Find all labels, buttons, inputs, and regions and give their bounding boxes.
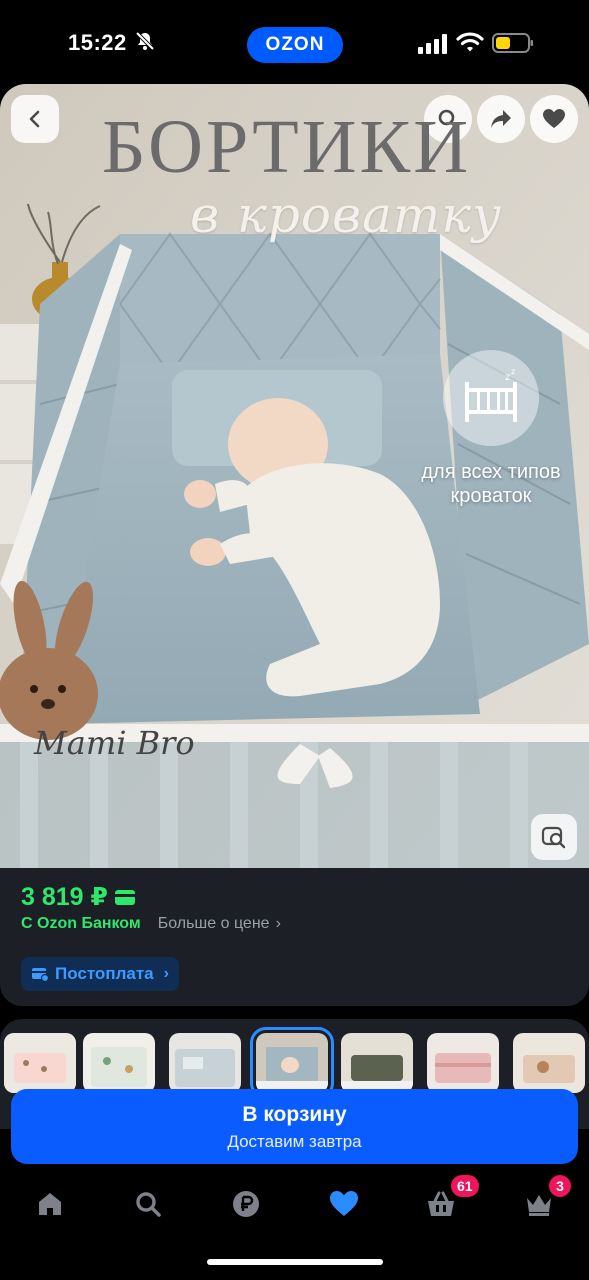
add-to-cart-label: В корзину <box>242 1103 347 1126</box>
favorites-icon <box>330 1191 358 1216</box>
thumbnail-image <box>513 1033 585 1093</box>
tab-finance[interactable] <box>228 1186 264 1222</box>
price: 3 819 ₽ <box>21 883 108 911</box>
thumbnail-4[interactable] <box>250 1027 334 1099</box>
battery-icon <box>492 33 533 53</box>
price-details-link[interactable]: Больше о цене <box>158 915 270 933</box>
cart-count-badge: 61 <box>451 1175 479 1197</box>
chevron-right-icon: › <box>163 965 169 982</box>
delivery-label: Доставим завтра <box>227 1132 362 1151</box>
bell-off-icon <box>135 31 155 51</box>
photo-title: БОРТИКИ <box>102 105 472 189</box>
thumbnail-image <box>83 1033 155 1093</box>
crib-badge: z z <box>443 350 539 446</box>
tab-favorites[interactable] <box>326 1186 362 1222</box>
thumbnail-image <box>169 1033 241 1093</box>
crib-caption: для всех типов кроваток <box>421 461 561 507</box>
ozon-bank-label: С Ozon Банком <box>21 915 141 932</box>
chevron-right-icon: › <box>275 915 281 932</box>
thumbnail-image <box>256 1033 328 1093</box>
basket-icon <box>428 1191 454 1216</box>
thumbnail-image <box>427 1033 499 1093</box>
status-bar: 15:22 OZON <box>0 0 589 86</box>
home-icon <box>39 1193 61 1215</box>
image-search-icon <box>541 826 566 849</box>
crown-icon <box>527 1195 551 1216</box>
bank-row: С Ozon Банком Больше о цене › <box>21 915 281 933</box>
wifi-icon <box>456 32 484 52</box>
postpay-card-icon <box>32 968 49 982</box>
ozon-card-icon <box>114 889 135 905</box>
heart-icon <box>543 109 565 128</box>
tab-search[interactable] <box>130 1186 166 1222</box>
product-card: БОРТИКИ в кроватку z z для всех типов кр… <box>0 84 589 1006</box>
brand-mark: Mami Bro <box>34 724 195 762</box>
share-arrow-icon <box>491 110 511 128</box>
thumbnail-image <box>4 1033 76 1093</box>
postpay-button[interactable]: Постоплата › <box>21 957 179 991</box>
thumbnail-5[interactable] <box>341 1033 413 1093</box>
thumbnail-image <box>341 1033 413 1093</box>
ozon-app-badge[interactable]: OZON <box>247 27 343 63</box>
thumbnail-3[interactable] <box>169 1033 241 1093</box>
add-to-cart-button[interactable]: В корзину Доставим завтра <box>11 1089 578 1164</box>
svg-text:z: z <box>511 367 515 376</box>
postpay-label: Постоплата <box>55 964 154 983</box>
thumbnail-1[interactable] <box>4 1033 76 1093</box>
favorite-button[interactable] <box>530 95 578 143</box>
thumbnail-6[interactable] <box>427 1033 499 1093</box>
thumbnail-2[interactable] <box>83 1033 155 1093</box>
photo-subtitle: в кроватку <box>190 186 503 244</box>
back-button[interactable] <box>11 95 59 143</box>
svg-text:z: z <box>505 372 510 383</box>
image-search-button[interactable] <box>531 814 577 860</box>
thumbnail-7[interactable] <box>513 1033 585 1093</box>
home-indicator <box>207 1259 383 1265</box>
price-row: 3 819 ₽ <box>21 882 135 912</box>
cellular-signal-icon <box>418 34 447 54</box>
tab-home[interactable] <box>32 1186 68 1222</box>
share-button[interactable] <box>477 95 525 143</box>
crib-icon: z z <box>465 367 517 422</box>
search-icon <box>136 1192 161 1217</box>
chevron-left-icon <box>29 110 40 128</box>
profile-badge: 3 <box>549 1175 571 1197</box>
product-photo[interactable]: БОРТИКИ в кроватку z z для всех типов кр… <box>0 84 589 868</box>
status-time: 15:22 <box>68 30 127 55</box>
ruble-icon <box>233 1191 259 1217</box>
